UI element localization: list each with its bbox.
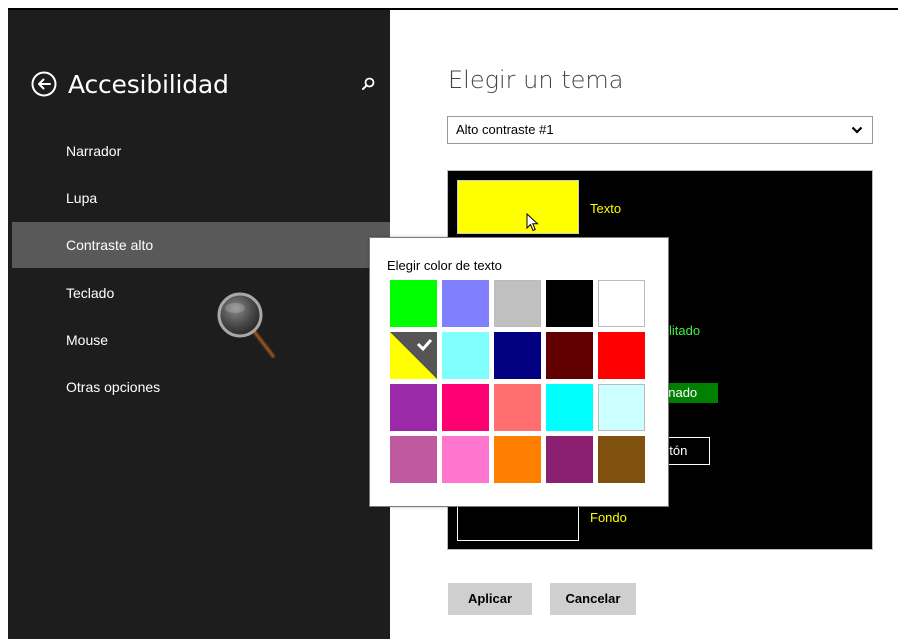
chevron-down-icon xyxy=(851,126,863,134)
color-swatch[interactable] xyxy=(546,280,593,327)
checkmark-icon xyxy=(390,332,437,379)
color-swatch[interactable] xyxy=(598,332,645,379)
color-swatch[interactable] xyxy=(598,280,645,327)
sidebar-item-narrador[interactable]: Narrador xyxy=(12,128,390,174)
color-swatch[interactable] xyxy=(546,332,593,379)
search-icon[interactable] xyxy=(360,76,376,92)
color-swatch[interactable] xyxy=(598,384,645,431)
color-swatch[interactable] xyxy=(598,436,645,483)
sidebar-item-contraste-alto[interactable]: Contraste alto xyxy=(12,222,390,268)
sidebar-item-teclado[interactable]: Teclado xyxy=(12,270,390,316)
color-swatch[interactable] xyxy=(442,436,489,483)
color-swatch[interactable] xyxy=(442,384,489,431)
color-picker-title: Elegir color de texto xyxy=(387,258,502,273)
color-swatch[interactable] xyxy=(390,280,437,327)
color-swatch[interactable] xyxy=(442,332,489,379)
disabled-text-label: litado xyxy=(669,323,701,338)
text-color-picker: Elegir color de texto xyxy=(369,237,669,507)
sidebar-item-otras-opciones[interactable]: Otras opciones xyxy=(12,364,390,410)
text-label: Texto xyxy=(590,201,622,216)
color-swatch[interactable] xyxy=(442,280,489,327)
text-color-swatch[interactable] xyxy=(457,180,579,234)
sidebar-title: Accesibilidad xyxy=(68,69,229,99)
theme-dropdown-value: Alto contraste #1 xyxy=(456,122,554,137)
sidebar-item-lupa[interactable]: Lupa xyxy=(12,175,390,221)
mouse-cursor-icon xyxy=(526,213,539,232)
color-swatch[interactable] xyxy=(494,384,541,431)
settings-sidebar: Accesibilidad Narrador Lupa Contraste al… xyxy=(8,10,390,639)
background-label: Fondo xyxy=(590,510,627,525)
magnifier-icon xyxy=(217,292,276,359)
color-swatch[interactable] xyxy=(494,280,541,327)
color-swatch[interactable] xyxy=(390,332,437,379)
color-grid xyxy=(390,280,645,483)
color-swatch[interactable] xyxy=(390,384,437,431)
apply-button[interactable]: Aplicar xyxy=(448,583,532,615)
color-swatch[interactable] xyxy=(546,436,593,483)
color-swatch[interactable] xyxy=(546,384,593,431)
sidebar-item-mouse[interactable]: Mouse xyxy=(12,317,390,363)
color-swatch[interactable] xyxy=(494,436,541,483)
theme-dropdown[interactable]: Alto contraste #1 xyxy=(447,116,873,144)
color-swatch[interactable] xyxy=(390,436,437,483)
sidebar-header: Accesibilidad xyxy=(30,64,229,104)
color-swatch[interactable] xyxy=(494,332,541,379)
back-arrow-icon[interactable] xyxy=(30,70,58,98)
page-title: Elegir un tema xyxy=(448,66,624,94)
cancel-button[interactable]: Cancelar xyxy=(550,583,636,615)
